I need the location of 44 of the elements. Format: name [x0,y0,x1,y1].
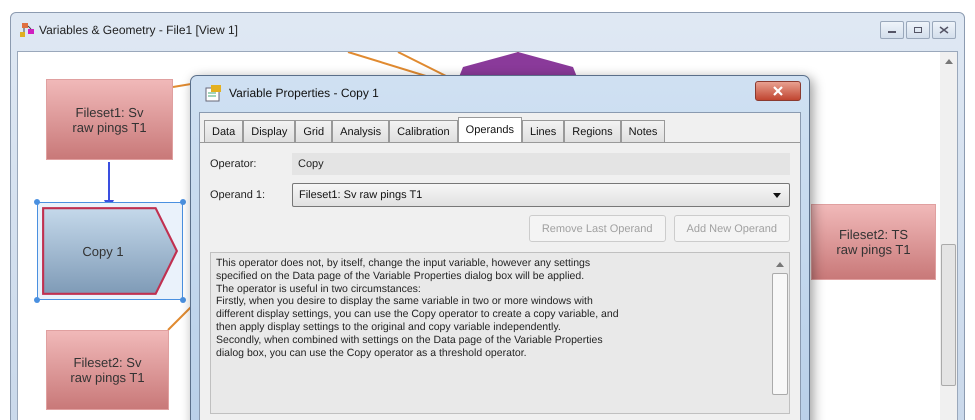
fileset-node[interactable]: Fileset1: Sv raw pings T1 [46,79,173,160]
caret-icon [773,192,781,198]
tab[interactable]: Display [243,120,296,142]
operator-field: Copy [292,153,790,175]
close-button[interactable] [755,81,801,101]
fileset-node[interactable]: Fileset2: Sv raw pings T1 [46,330,169,410]
selection-handle[interactable] [34,297,40,303]
description-line: specified on the Data page of the Variable Properties dialog box will be applied. [216,270,586,283]
properties-icon [205,84,223,102]
window-title: Variables & Geometry - File1 [View 1] [39,23,238,37]
scroll-bar[interactable] [940,52,957,420]
description-line: Firstly, when you desire to display the same variable in two or more windows with [216,295,594,308]
selection-handle[interactable] [180,297,186,303]
description-line: Secondly, when combined with settings on the Data page of the Variable Properties [216,334,604,347]
description-line: This operator does not, by itself, change the input variable, however any settings [216,257,592,270]
field-label: Operand 1: [210,189,266,201]
app-icon [19,22,35,38]
tab[interactable]: Grid [295,120,332,142]
selection-handle[interactable] [180,199,186,205]
description-line: The operator is useful in two circumstances: [216,282,422,296]
tab[interactable]: Data [204,120,244,142]
tab[interactable]: Regions [564,120,621,142]
tab[interactable]: Operands [458,117,522,142]
maximize-button[interactable] [906,21,930,39]
connector-line [172,83,192,88]
description-line: dialog box, you can use the Copy operator as a threshold operator. [216,346,528,360]
connector-line [167,306,192,331]
fileset-node[interactable]: Fileset2: TS raw pings T1 [811,204,936,280]
close-icon [772,86,784,96]
description-line: then apply display settings to the original and copy variable independently. [216,320,562,334]
operand-dropdown[interactable]: Fileset1: Sv raw pings T1 [292,183,790,207]
tab[interactable]: Lines [522,120,564,142]
minimize-button[interactable] [880,21,904,39]
copy-node[interactable]: Copy 1 [41,206,179,296]
selection-handle[interactable] [34,199,40,205]
close-icon [939,26,949,34]
close-button[interactable] [932,21,956,39]
field-label: Operator: [210,158,258,170]
dialog-title: Variable Properties - Copy 1 [229,86,379,100]
tab[interactable]: Notes [620,120,666,142]
tab[interactable]: Calibration [389,120,458,142]
maximize-icon [913,26,923,34]
description-line: different display settings, you can use the Copy operator to create a copy variable, and [216,308,620,321]
tab[interactable]: Analysis [332,120,390,142]
